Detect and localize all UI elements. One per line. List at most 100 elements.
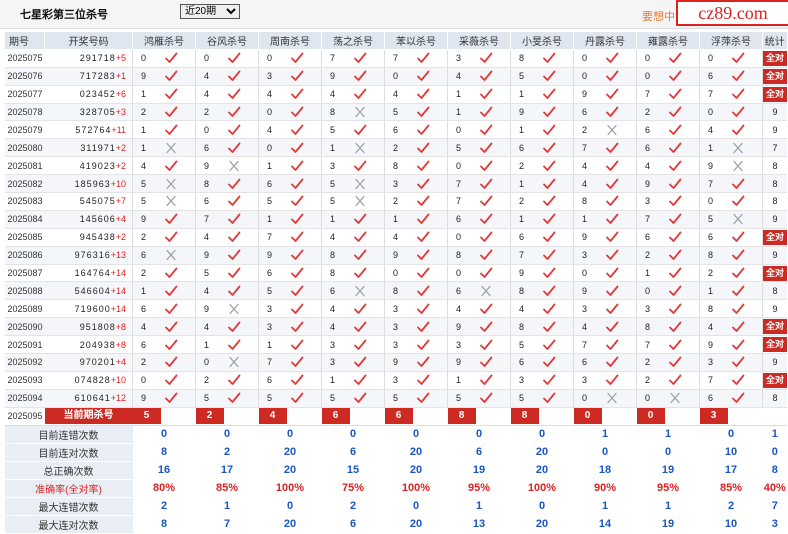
award-plus: +6 — [115, 89, 126, 100]
kill-value: 0 — [636, 281, 668, 301]
kill-value: 0 — [195, 49, 227, 68]
kill-value: 9 — [195, 246, 227, 265]
kill-value: 0 — [384, 264, 416, 283]
summary-value: 0 — [384, 497, 448, 516]
summary-value: 19 — [636, 515, 700, 534]
kill-value: 0 — [384, 67, 416, 86]
kill-value: 8 — [573, 192, 605, 211]
summary-row: 最大连错次数 2 1 0 2 0 1 0 1 1 2 7 — [4, 497, 788, 516]
check-icon — [731, 124, 745, 136]
kill-value: 3 — [258, 67, 290, 86]
summary-value: 17 — [195, 461, 259, 480]
award-plus: +2 — [115, 232, 126, 243]
kill-value: 4 — [132, 156, 164, 176]
award-plus: +3 — [115, 107, 126, 117]
check-icon — [668, 357, 682, 368]
period-cell: 2025088 — [4, 281, 45, 301]
kill-value: 8 — [384, 281, 416, 301]
check-icon — [416, 178, 430, 189]
check-icon — [479, 267, 493, 279]
check-icon — [416, 339, 430, 350]
kill-value: 1 — [132, 138, 164, 158]
kill-value: 4 — [321, 299, 353, 319]
kill-value: 2 — [636, 103, 668, 122]
check-icon — [731, 231, 745, 243]
table-row: 2025090 951808+8 4 4 3 4 3 9 8 4 8 4 全对 — [4, 317, 788, 337]
check-icon — [164, 339, 178, 350]
check-icon — [605, 88, 619, 100]
kill-value: 3 — [321, 335, 353, 355]
check-icon — [605, 267, 619, 279]
summary-value: 0 — [447, 425, 511, 444]
summary-value: 0 — [258, 497, 322, 516]
kill-value: 0 — [258, 138, 290, 158]
check-icon — [416, 374, 430, 386]
kill-value: 7 — [573, 138, 605, 158]
award-plus: +7 — [115, 196, 126, 207]
kill-value: 2 — [573, 120, 605, 140]
kill-value: 3 — [573, 299, 605, 319]
period-cell: 2025075 — [4, 49, 45, 68]
check-icon — [731, 303, 745, 314]
period-cell: 2025078 — [4, 103, 45, 122]
award-cell: 311971+2 — [44, 138, 133, 158]
kill-value: 4 — [195, 67, 227, 86]
check-icon — [353, 231, 367, 243]
check-icon — [605, 142, 619, 153]
table-row: 2025089 719600+14 6 9 3 4 3 4 4 3 3 8 9 — [4, 299, 788, 319]
current-label-cell: 当前期杀号 — [44, 407, 133, 426]
award-number: 717283 — [79, 71, 116, 82]
kill-value: 9 — [321, 67, 353, 86]
check-icon — [290, 106, 304, 118]
summary-value: 2 — [132, 497, 196, 516]
kill-value: 3 — [258, 299, 290, 319]
stat-count: 9 — [772, 357, 778, 368]
brand-logo[interactable]: cz89.com — [676, 0, 788, 26]
kill-value: 2 — [384, 192, 416, 211]
check-icon — [416, 52, 430, 64]
kill-value: 4 — [447, 299, 479, 319]
summary-value: 20 — [510, 515, 574, 534]
check-icon — [479, 303, 493, 314]
table-row: 2025081 419023+2 4 9 1 3 8 0 2 4 4 9 8 — [4, 156, 788, 176]
check-icon — [668, 178, 682, 189]
kill-value: 5 — [321, 174, 353, 194]
stat-cell: 9 — [762, 103, 788, 122]
stat-cell: 7 — [762, 138, 788, 158]
check-icon — [605, 374, 619, 386]
summary-value: 20 — [384, 443, 448, 462]
summary-value: 75% — [321, 479, 385, 498]
check-icon — [227, 231, 241, 243]
summary-value: 100% — [384, 479, 448, 498]
check-icon — [416, 124, 430, 136]
check-icon — [164, 321, 178, 332]
kill-value: 1 — [573, 210, 605, 229]
kill-value: 5 — [510, 335, 542, 355]
kill-value: 9 — [699, 335, 731, 355]
check-icon — [731, 178, 745, 189]
header-expert: 小旻杀号 — [510, 31, 574, 50]
kill-value: 1 — [510, 174, 542, 194]
kill-value: 5 — [258, 389, 290, 408]
stat-count: 9 — [772, 303, 778, 314]
kill-value: 4 — [195, 85, 227, 104]
cross-icon — [731, 214, 745, 225]
kill-value: 7 — [636, 85, 668, 104]
cross-icon — [353, 196, 367, 207]
kill-value: 4 — [195, 317, 227, 337]
kill-value: 6 — [384, 120, 416, 140]
kill-value: 6 — [636, 120, 668, 140]
kill-value: 6 — [573, 353, 605, 372]
check-icon — [227, 178, 241, 189]
check-icon — [164, 374, 178, 386]
current-kill-number: 3 — [699, 408, 728, 425]
current-kill-cell: 8 — [510, 407, 574, 426]
kill-value: 4 — [321, 317, 353, 337]
period-range-select[interactable]: 近20期 — [180, 4, 240, 19]
stat-cell: 全对 — [762, 371, 788, 390]
check-icon — [542, 321, 556, 332]
check-icon — [416, 106, 430, 118]
kill-value: 7 — [258, 353, 290, 372]
all-correct-badge: 全对 — [763, 50, 788, 66]
kill-value: 0 — [447, 120, 479, 140]
